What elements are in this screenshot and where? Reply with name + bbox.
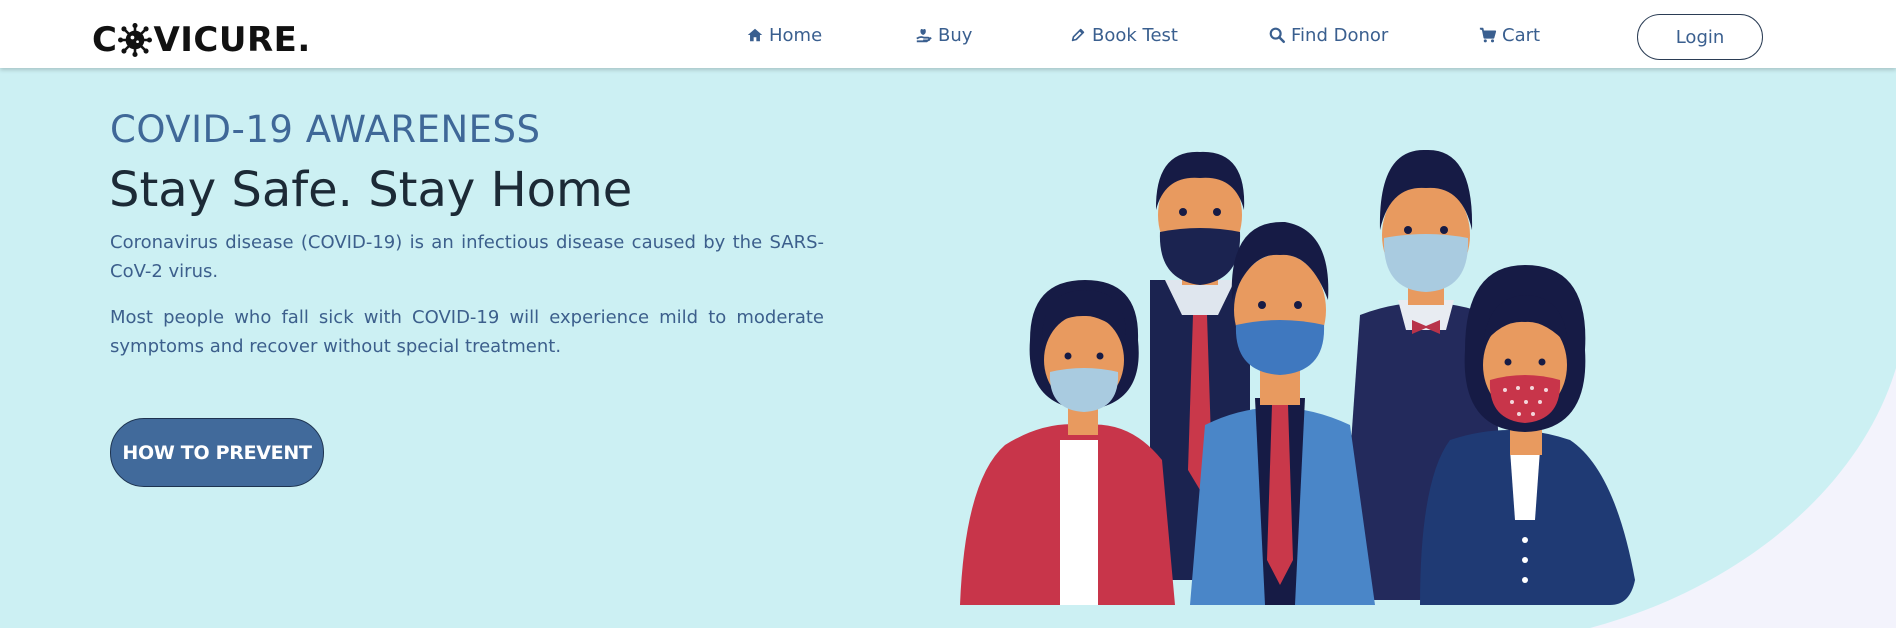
person-front-left (960, 280, 1175, 605)
hero-paragraph-1: Coronavirus disease (COVID-19) is an inf… (110, 232, 824, 282)
login-button[interactable]: Login (1637, 14, 1763, 60)
search-icon (1269, 27, 1286, 44)
cart-icon (1479, 27, 1497, 43)
nav-home-label: Home (769, 24, 823, 46)
how-to-prevent-button[interactable]: HOW TO PREVENT (110, 418, 324, 487)
nav-book-test[interactable]: Book Test (1069, 22, 1178, 48)
hand-holding-icon (916, 29, 932, 43)
hero-paragraph-2: Most people who fall sick with COVID-19 … (110, 307, 824, 357)
nav-cart[interactable]: Cart (1479, 22, 1540, 48)
hero-kicker: COVID-19 AWARENESS (110, 108, 541, 151)
pencil-icon (1071, 28, 1085, 42)
virus-icon (118, 23, 153, 57)
top-navbar: C VICURE. Home Buy Book Test Find Donor … (0, 0, 1896, 68)
home-icon (747, 28, 763, 42)
hero-headline: Stay Safe. Stay Home (109, 162, 633, 218)
brand-logo[interactable]: C VICURE. (92, 20, 311, 60)
nav-home[interactable]: Home (746, 22, 822, 48)
logo-text-prefix: C (92, 20, 118, 60)
nav-cart-label: Cart (1502, 24, 1541, 46)
nav-find-donor-label: Find Donor (1291, 24, 1389, 46)
logo-text-suffix: VICURE. (153, 20, 311, 60)
nav-buy-label: Buy (938, 24, 973, 46)
nav-find-donor[interactable]: Find Donor (1268, 22, 1388, 48)
masked-people-illustration (960, 149, 1635, 605)
nav-book-test-label: Book Test (1092, 24, 1178, 46)
nav-buy[interactable]: Buy (915, 22, 972, 48)
